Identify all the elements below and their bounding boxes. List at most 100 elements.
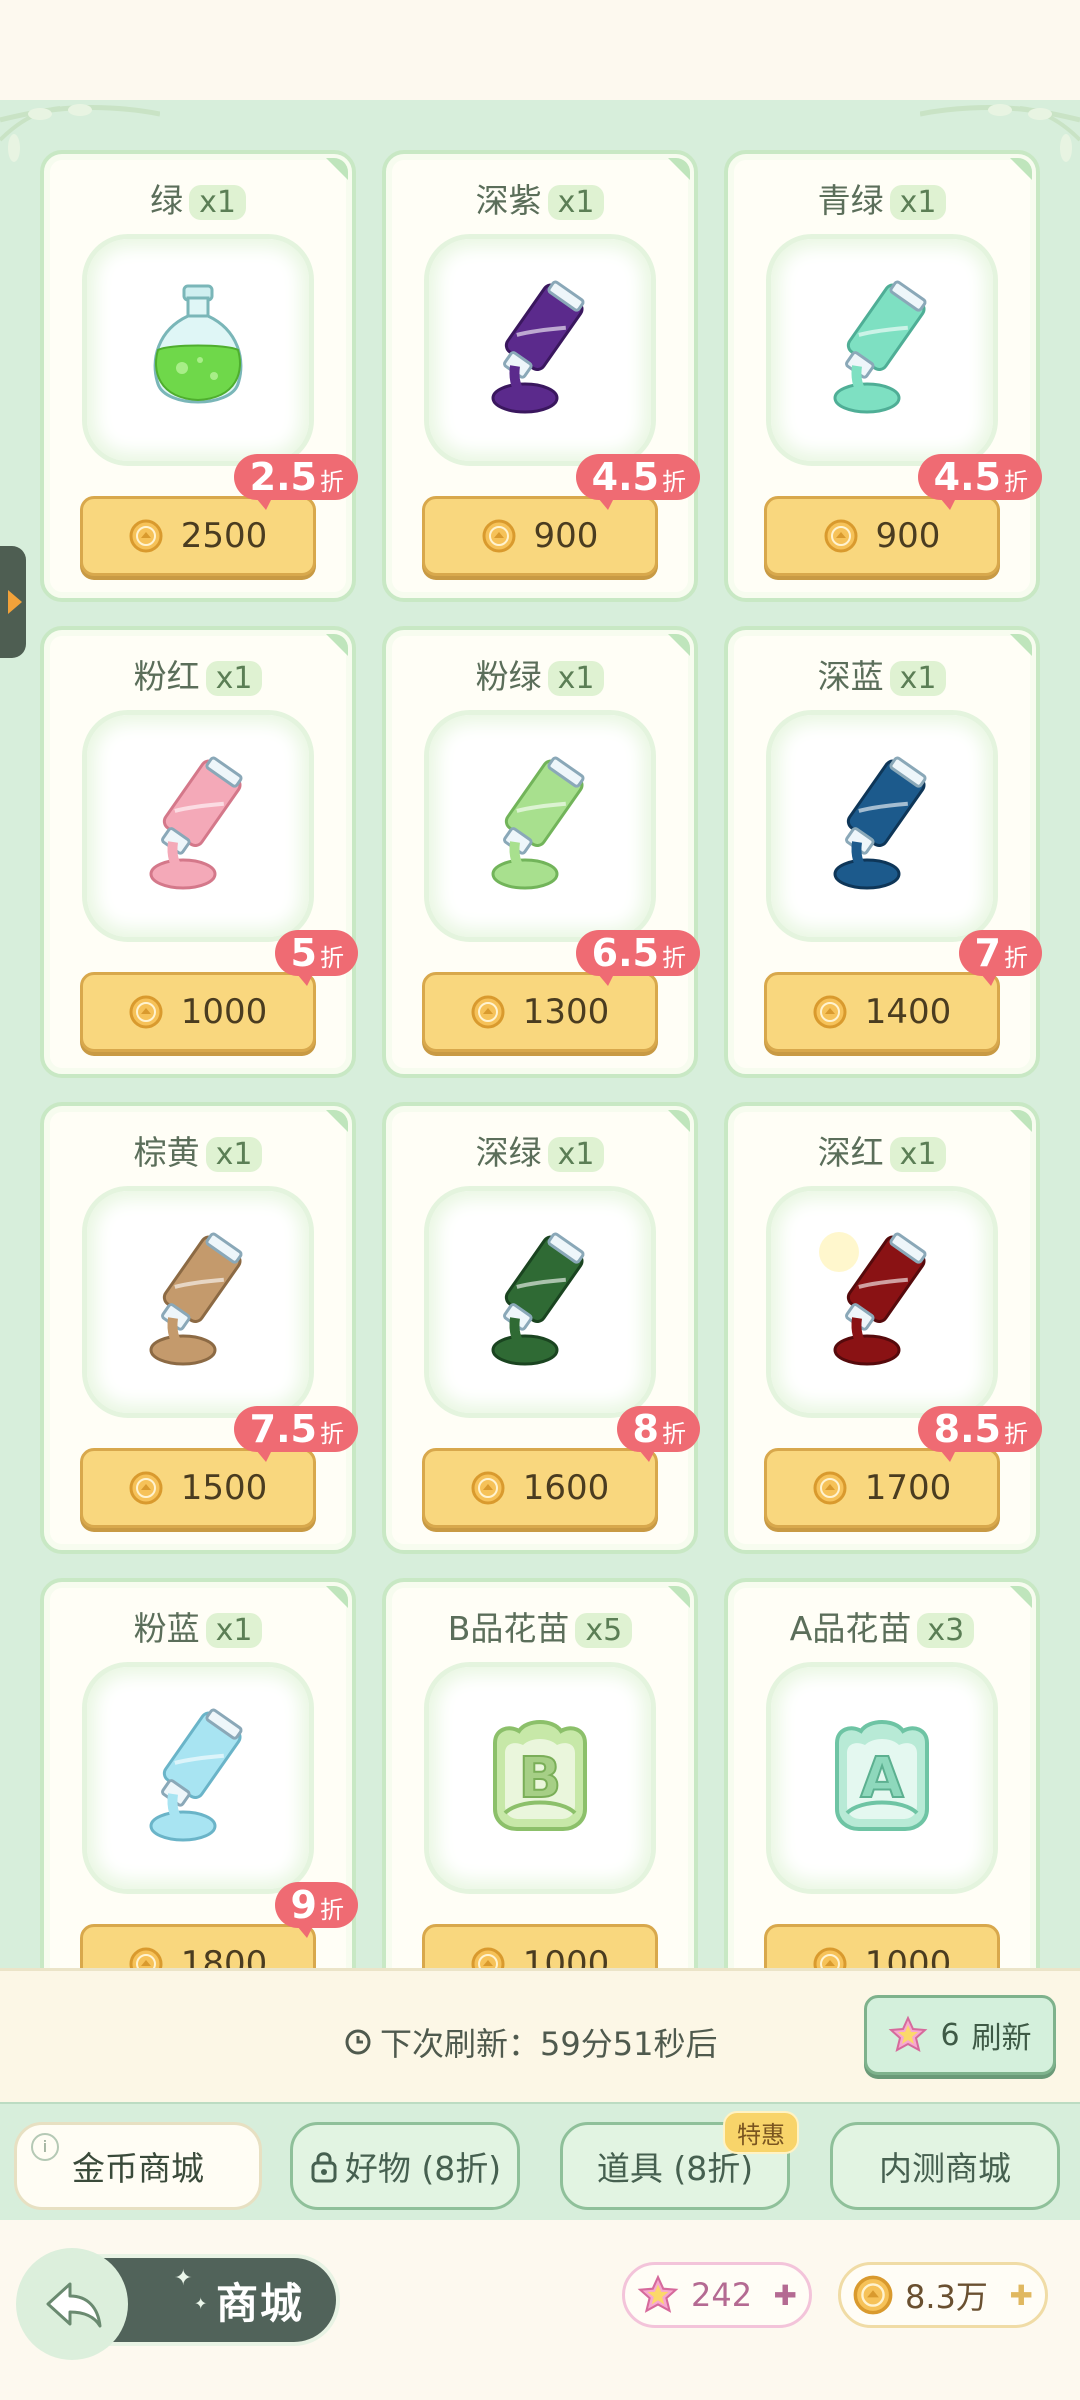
price-text: 1000: [864, 1944, 952, 1968]
side-drawer-handle[interactable]: [0, 546, 26, 658]
item-name: 青绿: [817, 181, 884, 220]
item-name: 深紫: [475, 181, 542, 220]
item-quantity: x1: [889, 661, 947, 696]
discount-tag: 7折: [958, 930, 1042, 986]
tab-gold-shop[interactable]: i 金币商城: [14, 2122, 262, 2210]
buy-price-button[interactable]: 1400: [764, 972, 1000, 1052]
buy-price-button[interactable]: 1600: [422, 1448, 658, 1528]
buy-price-button[interactable]: 2500: [80, 496, 316, 576]
discount-tag: 8.5 折: [917, 1406, 1042, 1462]
discount-value: 9: [290, 1883, 317, 1927]
buy-price-button[interactable]: 900: [764, 496, 1000, 576]
star-currency[interactable]: 242 ✚: [622, 2262, 812, 2328]
buy-price-button[interactable]: 1800: [80, 1924, 316, 1968]
discount-value: 7: [974, 931, 1001, 975]
discount-unit: 折: [320, 944, 344, 972]
coin-icon: [813, 1947, 847, 1968]
discount-unit: 折: [662, 1420, 686, 1448]
shop-item-card[interactable]: A品花苗 x3 A 1000: [724, 1578, 1040, 1968]
refresh-label: 刷新: [971, 2021, 1032, 2056]
shop-item-card[interactable]: 深红 x1 1700 8.5 折: [724, 1102, 1042, 1554]
arrow-right-icon: [8, 590, 22, 614]
sparkle-icon: ✦: [174, 2266, 193, 2291]
item-quantity: x1: [205, 1613, 263, 1648]
buy-price-button[interactable]: 1700: [764, 1448, 1000, 1528]
paint-tube-icon: [491, 756, 585, 890]
price-text: 1300: [522, 992, 610, 1032]
item-image-frame: A: [766, 1662, 998, 1894]
back-arrow-icon: [46, 2282, 102, 2328]
item-name: B品花苗: [447, 1609, 570, 1648]
refresh-timer-text: 下次刷新：59分51秒后: [380, 2025, 718, 2063]
coin-currency[interactable]: 8.3万 ✚: [838, 2262, 1048, 2328]
tab-goods[interactable]: 好物 (8折): [290, 2122, 520, 2210]
item-quantity: x1: [547, 1137, 605, 1172]
shop-item-card[interactable]: 青绿 x1 900 4.5 折: [724, 150, 1042, 602]
price-text: 2500: [180, 516, 268, 556]
badge-letter: B: [519, 1746, 562, 1811]
add-star-icon[interactable]: ✚: [774, 2279, 797, 2312]
discount-unit: 折: [662, 468, 686, 496]
info-icon[interactable]: i: [31, 2133, 59, 2161]
discount-tag: 2.5 折: [233, 454, 358, 510]
item-image-frame: [82, 1662, 314, 1894]
item-quantity: x1: [205, 661, 263, 696]
item-image-frame: [424, 1186, 656, 1418]
tab-beta-shop[interactable]: 内测商城: [830, 2122, 1060, 2210]
discount-unit: 折: [320, 468, 344, 496]
shop-item-card[interactable]: 粉绿 x1 1300 6.5 折: [382, 626, 700, 1078]
shop-item-card[interactable]: 深绿 x1 1600 8折: [382, 1102, 700, 1554]
shop-item-card[interactable]: B品花苗 x5 B 1000: [382, 1578, 698, 1968]
shop-tab-bar: i 金币商城 好物 (8折) 道具 (8折) 特惠 内测商城: [0, 2102, 1080, 2222]
lock-icon: [311, 2152, 337, 2183]
price-text: 1800: [180, 1944, 268, 1968]
item-quantity: x3: [917, 1613, 975, 1648]
coin-icon: [129, 519, 163, 553]
tab-label: 金币商城: [72, 2149, 204, 2188]
shop-item-card[interactable]: 深蓝 x1 1400 7折: [724, 626, 1042, 1078]
refresh-bar: 下次刷新：59分51秒后 6 刷新: [0, 1968, 1080, 2105]
coin-icon: [471, 1947, 505, 1968]
price-text: 900: [533, 516, 599, 556]
paint-tube-icon: [149, 1708, 243, 1842]
buy-price-button[interactable]: 1300: [422, 972, 658, 1052]
paint-tube-icon: [149, 756, 243, 890]
shop-item-card[interactable]: 棕黄 x1 1500 7.5 折: [40, 1102, 358, 1554]
add-coin-icon[interactable]: ✚: [1010, 2279, 1033, 2312]
item-name: 绿: [150, 181, 184, 220]
coin-icon: [129, 1471, 163, 1505]
tab-props[interactable]: 道具 (8折) 特惠: [560, 2111, 799, 2210]
discount-value: 8.5: [933, 1407, 1001, 1451]
buy-price-button[interactable]: 1000: [764, 1924, 1000, 1968]
item-image-frame: [766, 1186, 998, 1418]
paint-tube-icon: [833, 756, 927, 890]
buy-price-button[interactable]: 900: [422, 496, 658, 576]
item-name: 深蓝: [817, 657, 884, 696]
shop-item-card[interactable]: 粉红 x1 1000 5折: [40, 626, 358, 1078]
item-image-frame: [424, 710, 656, 942]
item-quantity: x1: [189, 185, 246, 220]
item-quantity: x1: [889, 185, 947, 220]
buy-price-button[interactable]: 1000: [80, 972, 316, 1052]
item-image-frame: [424, 234, 656, 466]
item-image-frame: [82, 710, 314, 942]
tab-label: 好物 (8折): [344, 2149, 502, 2188]
discount-unit: 折: [320, 1420, 344, 1448]
back-button[interactable]: [16, 2248, 128, 2360]
green-potion-bottle-icon: [153, 284, 243, 404]
item-name: 粉绿: [475, 657, 542, 696]
item-name: 深绿: [475, 1133, 542, 1172]
item-image-frame: [82, 234, 314, 466]
shop-item-card[interactable]: 深紫 x1 900 4.5 折: [382, 150, 700, 602]
discount-value: 4.5: [933, 455, 1001, 499]
buy-price-button[interactable]: 1500: [80, 1448, 316, 1528]
item-quantity: x1: [205, 1137, 263, 1172]
discount-unit: 折: [662, 944, 686, 972]
discount-unit: 折: [1004, 1420, 1028, 1448]
shop-item-card[interactable]: 绿 x1 2500 2.5 折: [40, 150, 358, 602]
coin-icon: [813, 1471, 847, 1505]
buy-price-button[interactable]: 1000: [422, 1924, 658, 1968]
discount-value: 6.5: [591, 931, 659, 975]
refresh-button[interactable]: 6 刷新: [864, 1995, 1056, 2075]
shop-item-card[interactable]: 粉蓝 x1 1800 9折: [40, 1578, 358, 1968]
